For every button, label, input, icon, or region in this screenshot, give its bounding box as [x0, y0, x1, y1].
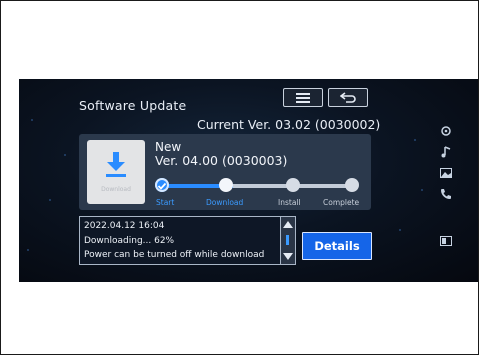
download-tile[interactable]: Download: [87, 140, 145, 204]
progress-track: [162, 184, 350, 188]
status-box: 2022.04.12 16:04 Downloading... 62% Powe…: [79, 216, 281, 265]
update-panel: Download New Ver. 04.00 (0030003) Start …: [79, 134, 371, 210]
arrow-down-icon[interactable]: [281, 251, 295, 261]
step-label-start: Start: [156, 198, 175, 207]
menu-icon: [296, 92, 310, 103]
screen-toggle-icon[interactable]: [439, 234, 453, 248]
back-icon: [340, 92, 356, 103]
new-version: Ver. 04.00 (0030003): [155, 153, 288, 168]
status-progress: Downloading... 62%: [84, 236, 175, 246]
step-label-install: Install: [278, 198, 301, 207]
head-unit-screen: Software Update Current Ver. 03.02 (0030…: [19, 79, 478, 282]
download-icon: [106, 152, 126, 177]
image-icon[interactable]: [439, 166, 453, 180]
phone-icon[interactable]: [439, 187, 453, 201]
music-note-icon[interactable]: [439, 145, 453, 159]
step-node-complete: [345, 178, 359, 192]
check-icon: [157, 182, 167, 190]
step-node-install: [286, 178, 300, 192]
step-node-download: [219, 178, 233, 192]
arrow-up-icon[interactable]: [281, 220, 295, 230]
back-button[interactable]: [328, 88, 368, 107]
menu-button[interactable]: [283, 88, 323, 107]
step-node-start: [155, 178, 169, 192]
status-note: Power can be turned off while download: [84, 250, 265, 260]
step-label-download: Download: [206, 198, 244, 207]
details-button[interactable]: Details: [302, 232, 372, 260]
new-label: New: [155, 140, 182, 154]
step-label-complete: Complete: [323, 198, 360, 207]
status-timestamp: 2022.04.12 16:04: [84, 221, 165, 231]
page-title: Software Update: [79, 98, 187, 113]
download-tile-label: Download: [101, 186, 131, 193]
status-scrollbar[interactable]: [280, 216, 296, 265]
current-version: Current Ver. 03.02 (0030002): [197, 117, 381, 132]
radio-icon[interactable]: [439, 124, 453, 138]
scroll-thumb[interactable]: [286, 235, 289, 245]
